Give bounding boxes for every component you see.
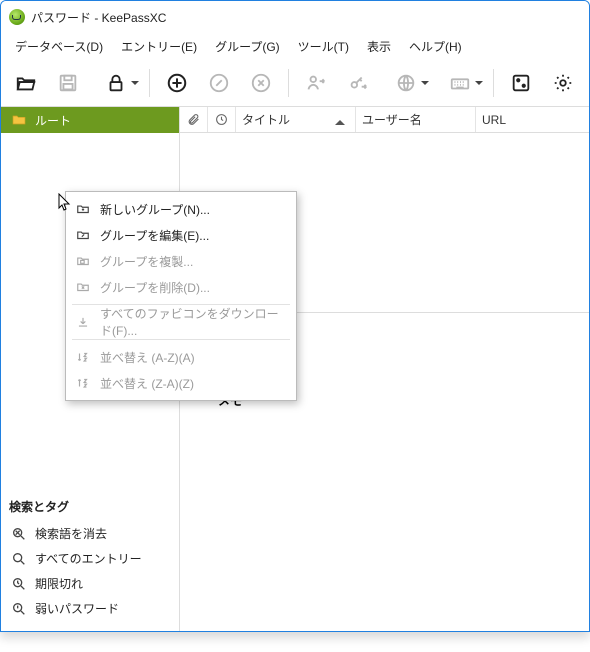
- menubar: データベース(D) エントリー(E) グループ(G) ツール(T) 表示 ヘルプ…: [1, 33, 589, 59]
- folder-icon: [11, 112, 27, 128]
- folder-copy-icon: [76, 254, 90, 268]
- download-icon: [76, 315, 90, 329]
- chevron-down-icon: [131, 81, 139, 89]
- tag-clear-search[interactable]: 検索語を消去: [1, 521, 179, 546]
- password-generator-button[interactable]: [502, 64, 540, 102]
- tag-weak-passwords[interactable]: 弱いパスワード: [1, 596, 179, 621]
- toolbar-separator: [149, 69, 150, 97]
- column-url-label: URL: [482, 113, 506, 127]
- tags-title: 検索とタグ: [1, 492, 179, 521]
- column-url[interactable]: URL: [476, 107, 589, 132]
- cm-label: グループを編集(E)...: [100, 227, 209, 244]
- column-username[interactable]: ユーザー名: [356, 107, 476, 132]
- cm-label: すべてのファビコンをダウンロード(F)...: [100, 305, 286, 339]
- folder-plus-icon: [76, 202, 90, 216]
- dice-icon: [510, 72, 532, 94]
- sort-az-icon: [76, 350, 90, 364]
- edit-entry-button[interactable]: [200, 64, 238, 102]
- chevron-down-icon: [421, 81, 429, 89]
- save-button[interactable]: [49, 64, 87, 102]
- save-icon: [57, 72, 79, 94]
- column-modified[interactable]: [208, 107, 236, 132]
- autotype-button[interactable]: [435, 64, 485, 102]
- toolbar-separator: [288, 69, 289, 97]
- search-x-icon: [11, 526, 27, 542]
- menu-view[interactable]: 表示: [359, 34, 399, 59]
- gear-icon: [552, 72, 574, 94]
- cm-clone-group: グループを複製...: [66, 248, 296, 274]
- cm-label: 並べ替え (A-Z)(A): [100, 349, 195, 366]
- tags-panel: 検索とタグ 検索語を消去 すべてのエントリー 期限切れ 弱いパスワード: [1, 486, 179, 631]
- toolbar-separator: [493, 69, 494, 97]
- settings-button[interactable]: [544, 64, 582, 102]
- plus-circle-icon: [166, 72, 188, 94]
- sort-asc-icon: [335, 115, 345, 125]
- menu-entry[interactable]: エントリー(E): [113, 34, 205, 59]
- cm-sort-az: 並べ替え (A-Z)(A): [66, 344, 296, 370]
- column-title-label: タイトル: [242, 111, 290, 128]
- column-title[interactable]: タイトル: [236, 107, 356, 132]
- cm-delete-group: グループを削除(D)...: [66, 274, 296, 300]
- clock-alert-icon: [11, 576, 27, 592]
- copy-password-button[interactable]: [339, 64, 377, 102]
- cm-download-favicons: すべてのファビコンをダウンロード(F)...: [66, 309, 296, 335]
- group-context-menu: 新しいグループ(N)... グループを編集(E)... グループを複製... グ…: [65, 191, 297, 401]
- menu-database[interactable]: データベース(D): [7, 34, 111, 59]
- add-entry-button[interactable]: [158, 64, 196, 102]
- copy-username-button[interactable]: [297, 64, 335, 102]
- tag-label: すべてのエントリー: [35, 550, 142, 567]
- pencil-circle-icon: [208, 72, 230, 94]
- tag-all-entries[interactable]: すべてのエントリー: [1, 546, 179, 571]
- open-url-button[interactable]: [381, 64, 431, 102]
- cm-separator: [72, 339, 290, 340]
- user-arrow-icon: [305, 72, 327, 94]
- window-title: パスワード - KeePassXC: [31, 9, 166, 26]
- column-attachment[interactable]: [180, 107, 208, 132]
- app-icon: [9, 9, 25, 25]
- cm-label: グループを削除(D)...: [100, 279, 210, 296]
- cm-label: 新しいグループ(N)...: [100, 201, 210, 218]
- folder-open-icon: [15, 72, 37, 94]
- lock-icon: [105, 72, 127, 94]
- globe-icon: [395, 72, 417, 94]
- cm-sort-za: 並べ替え (Z-A)(Z): [66, 370, 296, 396]
- tag-expired[interactable]: 期限切れ: [1, 571, 179, 596]
- folder-delete-icon: [76, 280, 90, 294]
- search-icon: [11, 551, 27, 567]
- chevron-down-icon: [475, 81, 483, 89]
- tag-label: 期限切れ: [35, 575, 83, 592]
- x-circle-icon: [250, 72, 272, 94]
- app-window: パスワード - KeePassXC データベース(D) エントリー(E) グルー…: [0, 0, 590, 632]
- delete-entry-button[interactable]: [242, 64, 280, 102]
- cm-label: 並べ替え (Z-A)(Z): [100, 375, 194, 392]
- cm-new-group[interactable]: 新しいグループ(N)...: [66, 196, 296, 222]
- key-arrow-icon: [347, 72, 369, 94]
- lock-button[interactable]: [91, 64, 141, 102]
- shield-alert-icon: [11, 601, 27, 617]
- column-username-label: ユーザー名: [362, 111, 422, 128]
- tag-label: 弱いパスワード: [35, 600, 119, 617]
- keyboard-icon: [449, 72, 471, 94]
- menu-tools[interactable]: ツール(T): [290, 34, 357, 59]
- group-tree: ルート: [1, 107, 179, 133]
- cm-edit-group[interactable]: グループを編集(E)...: [66, 222, 296, 248]
- open-button[interactable]: [7, 64, 45, 102]
- cm-label: グループを複製...: [100, 253, 193, 270]
- tree-root-label: ルート: [35, 112, 71, 129]
- titlebar: パスワード - KeePassXC: [1, 1, 589, 33]
- toolbar: [1, 59, 589, 107]
- clock-icon: [215, 113, 228, 126]
- sort-za-icon: [76, 376, 90, 390]
- folder-edit-icon: [76, 228, 90, 242]
- menu-help[interactable]: ヘルプ(H): [401, 34, 470, 59]
- entry-list-header: タイトル ユーザー名 URL: [180, 107, 589, 133]
- tag-label: 検索語を消去: [35, 525, 107, 542]
- paperclip-icon: [187, 113, 200, 126]
- menu-group[interactable]: グループ(G): [207, 34, 288, 59]
- tree-root-item[interactable]: ルート: [1, 107, 179, 133]
